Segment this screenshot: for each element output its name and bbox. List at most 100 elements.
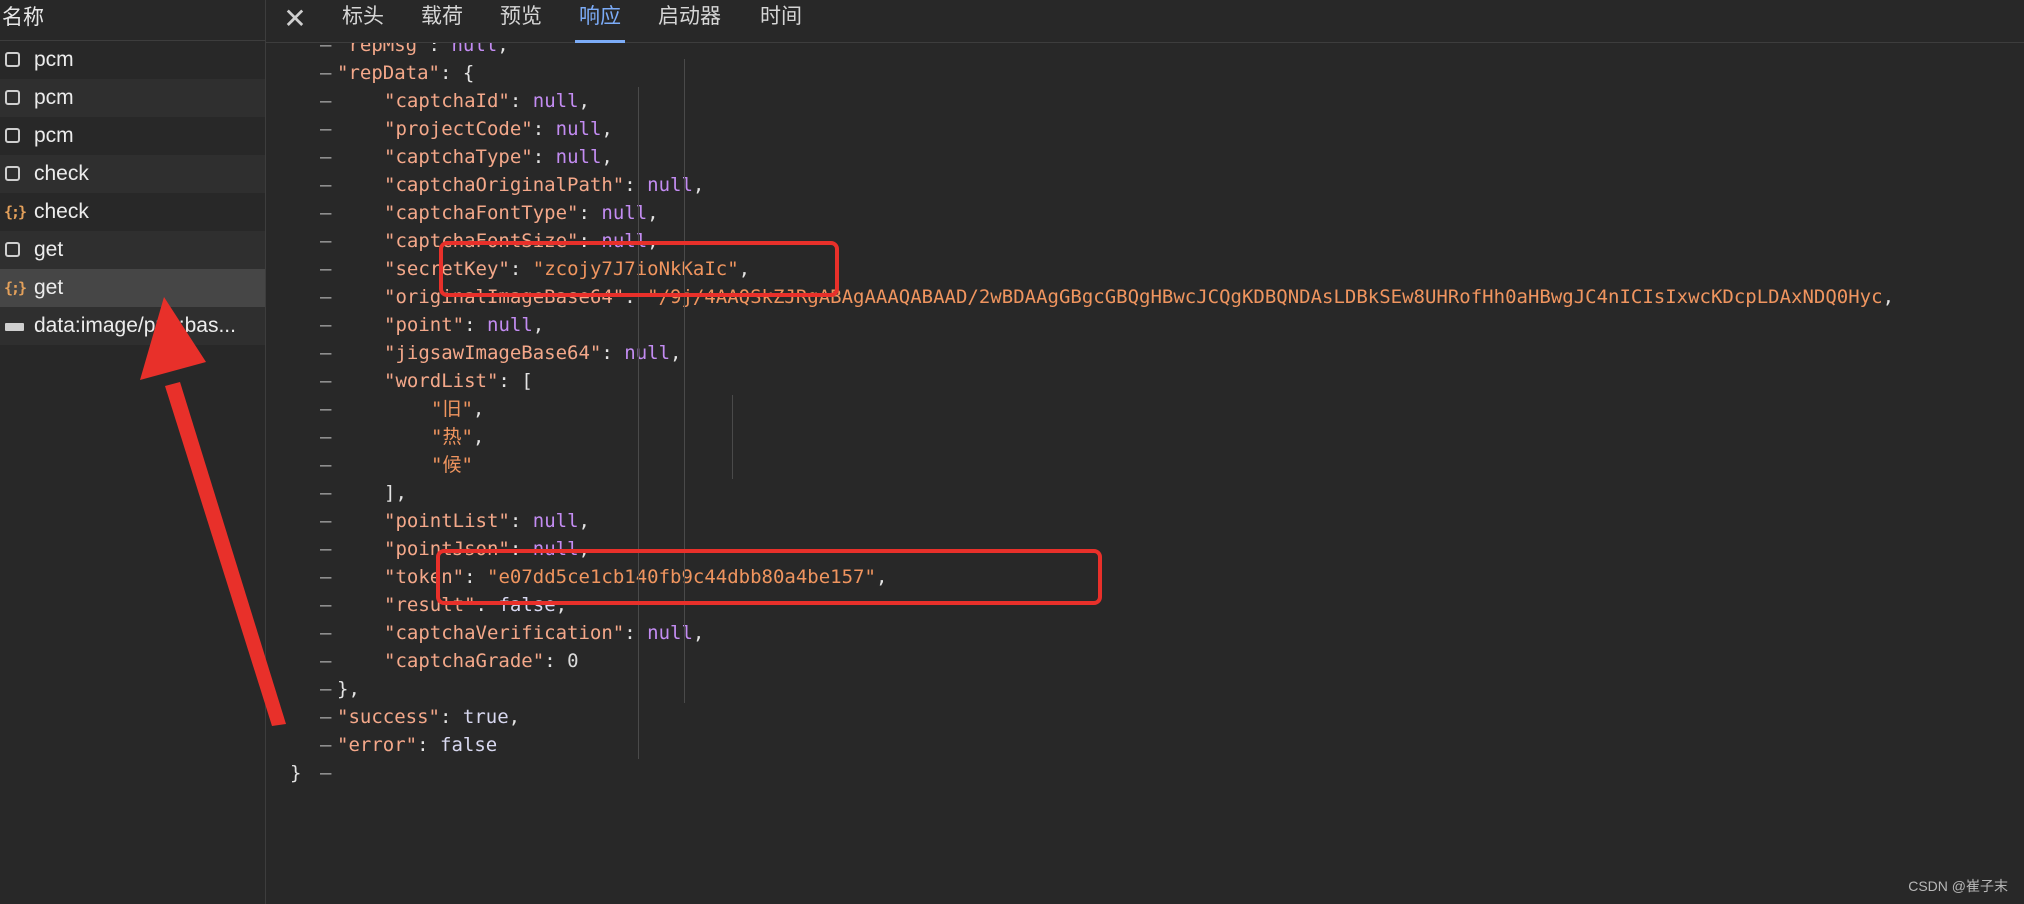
fold-marker[interactable]: – [320,59,331,87]
fold-marker[interactable]: – [320,703,331,731]
json-code: "热", [431,423,484,451]
json-token: : [439,62,463,84]
json-token: " [384,370,396,392]
json-value: null [487,314,533,336]
json-line: – "候" [266,451,2024,479]
document-icon [4,117,26,155]
fold-marker[interactable]: – [320,115,331,143]
response-json-viewer[interactable]: – "repMsg": null, – "repData": {– "captchaId… [266,43,2024,904]
request-row-data-image-png-bas[interactable]: data:image/png;bas... [0,307,265,345]
fold-marker[interactable]: – [320,423,331,451]
json-token: , [601,118,613,140]
json-token: , [647,202,659,224]
tab-2[interactable]: 预览 [496,0,546,40]
json-line: –} [266,759,2024,787]
json-code: } [290,759,301,787]
json-code: "旧", [431,395,484,423]
detail-tab-bar: ✕ 标头 载荷 预览 响应 启动器 时间 [266,0,2024,43]
fold-marker[interactable]: – [320,647,331,675]
json-line: – "captchaGrade": 0 [266,647,2024,675]
json-token: " [428,706,440,728]
json-token: : [544,650,568,672]
fold-marker[interactable]: – [320,171,331,199]
tab-0[interactable]: 标头 [338,0,388,40]
json-value: true [462,706,509,728]
document-icon [4,41,26,79]
tab-5[interactable]: 时间 [756,0,806,40]
json-token: " [532,650,545,672]
json-token: , [497,43,509,56]
fold-marker[interactable]: – [320,395,331,423]
json-token: , [472,426,485,448]
fold-marker[interactable]: – [320,675,331,703]
request-name: check [34,162,89,185]
json-token: : [509,90,533,112]
json-token: : [439,706,463,728]
json-code: "captchaType": null, [384,143,613,171]
json-token: " [384,118,396,140]
request-row-check[interactable]: check [0,155,265,193]
json-token: : [624,174,648,196]
json-code: "error": false [337,731,497,759]
fold-marker[interactable]: – [320,759,331,787]
fold-marker[interactable]: – [320,563,331,591]
json-token: : [532,118,556,140]
close-icon[interactable]: ✕ [280,4,310,34]
json-value: null [647,174,693,196]
fold-marker[interactable]: – [320,255,331,283]
fold-marker[interactable]: – [320,731,331,759]
json-key: pointList [395,510,499,532]
json-code: "wordList": [ [384,367,533,395]
fold-marker[interactable]: – [320,227,331,255]
json-token: " [428,62,440,84]
request-row-check[interactable]: {;} check [0,193,265,231]
json-value: null [532,510,579,532]
json-line: – "热", [266,423,2024,451]
json-key: jigsawImageBase64 [395,342,590,364]
fold-marker[interactable]: – [320,451,331,479]
fold-marker[interactable]: – [320,507,331,535]
json-token: : [509,510,533,532]
tab-1[interactable]: 载荷 [417,0,467,40]
request-row-pcm[interactable]: pcm [0,117,265,155]
json-token: " [384,650,396,672]
json-key: captchaOriginalPath [395,174,613,196]
json-key: error [348,734,406,756]
name-column-header[interactable]: 名称 [0,0,265,41]
fold-marker[interactable]: – [320,43,331,59]
request-name: check [34,200,89,223]
fold-marker[interactable]: – [320,535,331,563]
fold-marker[interactable]: – [320,199,331,227]
json-token: " [384,510,396,532]
json-bracket: [ [521,370,533,392]
fold-marker[interactable]: – [320,283,331,311]
json-token: : [578,202,602,224]
json-token: " [405,734,418,756]
json-key: wordList [395,370,487,392]
tab-4[interactable]: 启动器 [654,0,725,40]
json-value: null [451,43,498,56]
fold-marker[interactable]: – [320,619,331,647]
tab-3[interactable]: 响应 [575,0,625,43]
fold-marker[interactable]: – [320,311,331,339]
json-line: – "captchaType": null, [266,143,2024,171]
request-row-pcm[interactable]: pcm [0,41,265,79]
json-key: point [395,314,453,336]
json-value: null [647,622,693,644]
request-row-pcm[interactable]: pcm [0,79,265,117]
fold-marker[interactable]: – [320,591,331,619]
json-token: " [384,146,396,168]
indent-guide [684,59,685,703]
json-token: " [612,174,625,196]
request-row-get[interactable]: {;} get [0,269,265,307]
request-row-get[interactable]: get [0,231,265,269]
fold-marker[interactable]: – [320,87,331,115]
json-key: captchaGrade [395,650,533,672]
json-code: "jigsawImageBase64": null, [384,339,681,367]
fold-marker[interactable]: – [320,339,331,367]
fold-marker[interactable]: – [320,479,331,507]
json-token: , [670,342,682,364]
json-token: " [384,342,396,364]
fold-marker[interactable]: – [320,143,331,171]
fold-marker[interactable]: – [320,367,331,395]
